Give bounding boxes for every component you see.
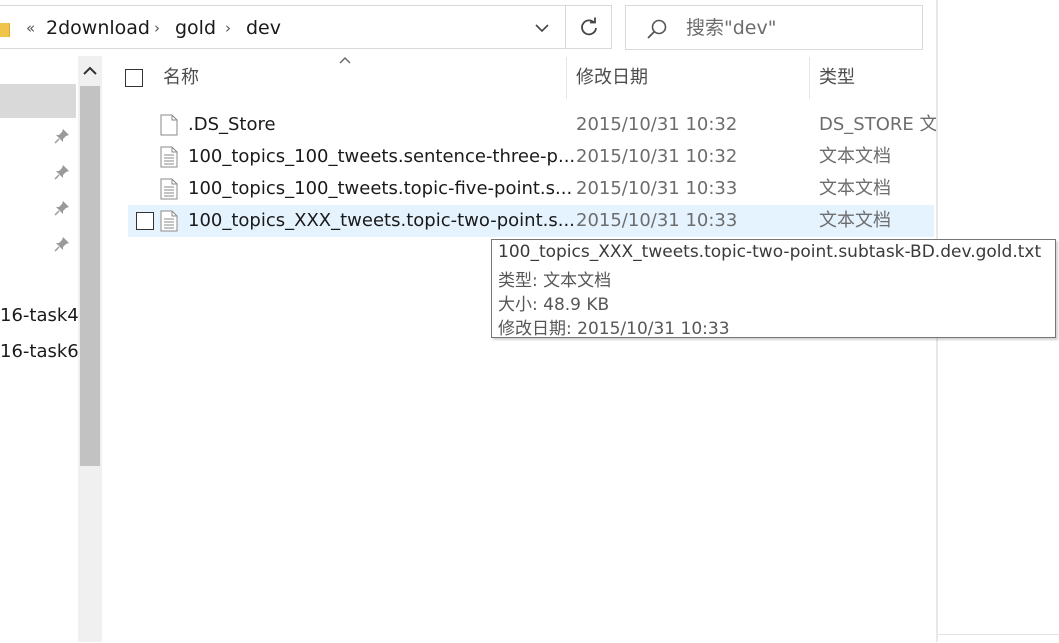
column-divider[interactable]: [566, 57, 567, 99]
file-icon: [160, 114, 178, 136]
file-row[interactable]: 100_topics_100_tweets.topic-five-point.s…: [128, 173, 934, 205]
file-date: 2015/10/31 10:33: [576, 178, 738, 199]
breadcrumb-gold[interactable]: gold: [175, 6, 216, 50]
column-header-name[interactable]: 名称: [163, 57, 199, 99]
chevron-up-icon: [83, 66, 97, 75]
column-header-type[interactable]: 类型: [819, 57, 855, 99]
folder-icon: [0, 23, 10, 37]
address-bar[interactable]: « 2download › gold › dev: [0, 5, 566, 49]
pin-icon[interactable]: [54, 164, 70, 180]
row-checkbox[interactable]: [136, 212, 154, 230]
breadcrumb-dev[interactable]: dev: [246, 6, 281, 50]
pin-icon[interactable]: [54, 128, 70, 144]
file-type: 文本文档: [819, 210, 891, 231]
refresh-icon: [580, 17, 597, 36]
file-name: 100_topics_100_tweets.sentence-three-p..…: [188, 146, 576, 167]
column-header-date[interactable]: 修改日期: [576, 57, 648, 99]
navigation-pane: 16-task4 16-task6: [0, 56, 79, 642]
select-all-checkbox[interactable]: [125, 69, 143, 87]
pin-icon[interactable]: [54, 200, 70, 216]
search-placeholder: 搜索"dev": [686, 17, 777, 39]
file-date: 2015/10/31 10:33: [576, 210, 738, 231]
text-file-icon: [160, 210, 178, 232]
file-type: 文本文档: [819, 178, 891, 199]
nav-item-16-task6[interactable]: 16-task6: [0, 341, 79, 362]
refresh-button[interactable]: [566, 5, 612, 49]
pin-icon[interactable]: [54, 236, 70, 252]
file-name: 100_topics_100_tweets.topic-five-point.s…: [188, 178, 573, 199]
breadcrumb-overflow[interactable]: «: [26, 6, 35, 50]
file-name: .DS_Store: [188, 114, 276, 135]
column-divider[interactable]: [809, 57, 810, 99]
tooltip-size: 大小: 48.9 KB: [498, 295, 610, 315]
scroll-thumb[interactable]: [80, 86, 100, 466]
file-row[interactable]: 100_topics_100_tweets.sentence-three-p..…: [128, 141, 934, 173]
search-icon: [647, 19, 667, 39]
nav-scrollbar[interactable]: [78, 56, 102, 642]
file-date: 2015/10/31 10:32: [576, 114, 738, 135]
sort-ascending-icon: [339, 57, 351, 64]
text-file-icon: [160, 178, 178, 200]
breadcrumb-separator[interactable]: ›: [154, 6, 160, 50]
breadcrumb-separator[interactable]: ›: [225, 6, 231, 50]
file-type: DS_STORE 文件: [819, 114, 936, 135]
tooltip-date: 修改日期: 2015/10/31 10:33: [498, 319, 730, 339]
breadcrumb-2download[interactable]: 2download: [46, 6, 150, 50]
file-type: 文本文档: [819, 146, 891, 167]
file-date: 2015/10/31 10:32: [576, 146, 738, 167]
scroll-up-button[interactable]: [78, 56, 102, 86]
nav-item-16-task4[interactable]: 16-task4: [0, 305, 79, 326]
tooltip-filename: 100_topics_XXX_tweets.topic-two-point.su…: [498, 242, 1042, 262]
search-input[interactable]: 搜索"dev": [625, 5, 923, 50]
text-file-icon: [160, 146, 178, 168]
file-row[interactable]: .DS_Store 2015/10/31 10:32 DS_STORE 文件: [128, 109, 936, 141]
nav-selected-item[interactable]: [0, 84, 76, 118]
file-row-hovered[interactable]: 100_topics_XXX_tweets.topic-two-point.s.…: [128, 205, 934, 237]
file-tooltip: 100_topics_XXX_tweets.topic-two-point.su…: [491, 239, 1056, 339]
tooltip-type: 类型: 文本文档: [498, 271, 612, 291]
chevron-down-icon[interactable]: [534, 20, 550, 36]
file-name: 100_topics_XXX_tweets.topic-two-point.s.…: [188, 210, 575, 231]
